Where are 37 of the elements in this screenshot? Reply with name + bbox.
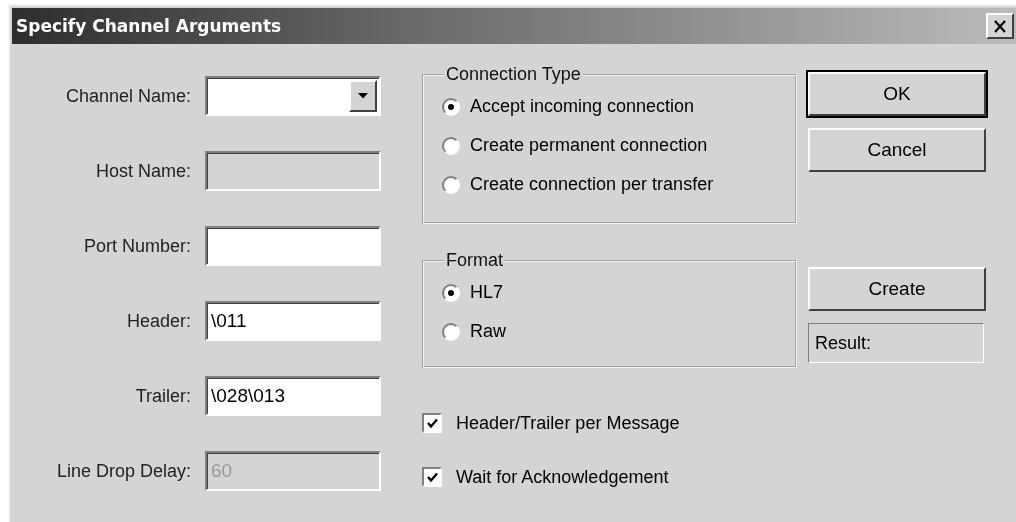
checkbox-label[interactable]: Wait for Acknowledgement: [456, 466, 669, 488]
field-label: Channel Name:: [64, 85, 191, 107]
close-icon: [993, 19, 1007, 33]
window-title: Specify Channel Arguments: [16, 16, 282, 36]
group-title: Connection Type: [445, 64, 582, 85]
close-button[interactable]: [986, 13, 1014, 39]
field-label: Host Name:: [94, 160, 191, 182]
cancel-button[interactable]: Cancel: [808, 128, 986, 172]
caret-icon: [358, 93, 368, 99]
check-icon: [425, 416, 439, 430]
checkbox[interactable]: [422, 467, 442, 487]
radio-label[interactable]: HL7: [470, 282, 504, 303]
radio-label[interactable]: Create permanent connection: [470, 135, 708, 156]
checkbox-label[interactable]: Header/Trailer per Message: [456, 412, 680, 434]
dropdown-button[interactable]: [349, 80, 377, 112]
group-title: Format: [445, 250, 504, 271]
field-label: Trailer:: [134, 385, 191, 407]
radio-button[interactable]: [442, 175, 460, 194]
checkbox[interactable]: [422, 413, 442, 433]
radio-label[interactable]: Create connection per transfer: [470, 174, 714, 195]
create-button[interactable]: Create: [808, 267, 986, 311]
result-field: Result:: [808, 323, 984, 363]
input-field[interactable]: \028\013: [205, 376, 381, 416]
radio-label[interactable]: Raw: [470, 321, 506, 342]
input-field[interactable]: \011: [205, 301, 381, 341]
field-label: Line Drop Delay:: [55, 460, 191, 482]
input-field[interactable]: [205, 226, 381, 266]
radio-button[interactable]: [442, 136, 460, 155]
ok-button[interactable]: OK: [808, 72, 986, 116]
radio-button[interactable]: [442, 283, 460, 302]
check-icon: [425, 470, 439, 484]
radio-button[interactable]: [442, 97, 460, 116]
field-label: Header:: [125, 310, 191, 332]
field-label: Port Number:: [82, 235, 191, 257]
dropdown-field[interactable]: [205, 76, 381, 116]
radio-button[interactable]: [442, 322, 460, 341]
radio-label[interactable]: Accept incoming connection: [470, 96, 695, 117]
